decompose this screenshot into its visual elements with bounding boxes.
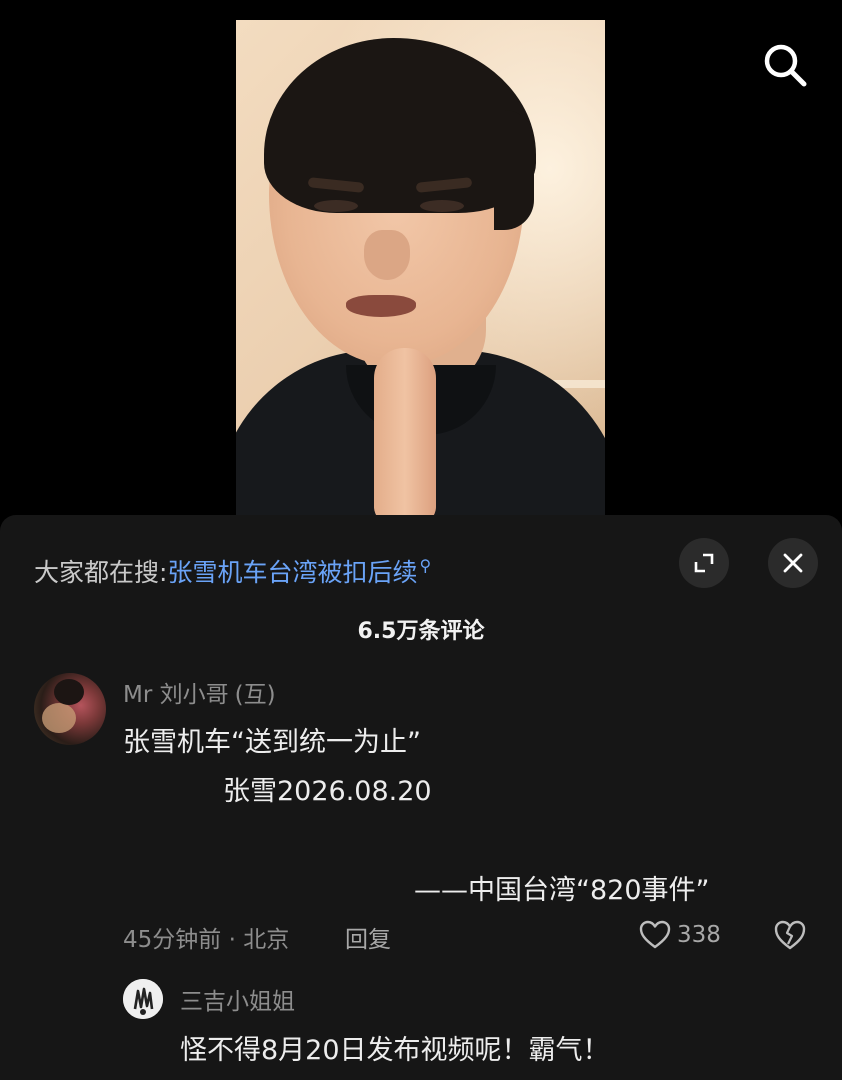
trending-search-row: 大家都在搜:张雪机车台湾被扣后续 ⚲ (34, 548, 432, 587)
search-icon (764, 44, 807, 87)
comment-text-line-3: ——中国台湾“820事件” (414, 875, 710, 906)
username-text: Mr 刘小哥 (123, 682, 229, 708)
comment-text-line-2: 张雪2026.08.20 (223, 776, 432, 807)
close-button[interactable] (768, 538, 818, 588)
close-icon (783, 553, 803, 573)
reply-username[interactable]: 三吉小姐姐 (180, 982, 295, 1016)
screen: 大家都在搜:张雪机车台湾被扣后续 ⚲ 6.5万条评论 Mr 刘小哥 (互) 张雪机车… (0, 0, 842, 1080)
expand-icon (694, 553, 714, 573)
mutual-follow-tag: (互) (234, 682, 276, 708)
reply-text: 怪不得8月20日发布视频呢！霸气！ (180, 1035, 610, 1066)
avatar[interactable] (123, 979, 163, 1019)
comment-time-location: 45分钟前 · 北京 (123, 927, 290, 953)
heart-icon (639, 920, 671, 949)
video-player[interactable] (236, 20, 605, 515)
trending-search-label: 大家都在搜: (34, 558, 168, 587)
like-button[interactable]: 338 (639, 918, 721, 952)
trending-search-link[interactable]: 张雪机车台湾被扣后续 (167, 558, 417, 587)
like-count: 338 (677, 922, 721, 948)
avatar-image (123, 979, 163, 1019)
comment-count: 6.5万条评论 (357, 619, 485, 644)
comment-text-line-1: 张雪机车“送到统一为止” (123, 727, 421, 758)
avatar[interactable] (34, 673, 106, 745)
dislike-button[interactable] (773, 919, 807, 951)
broken-heart-icon (774, 920, 806, 950)
reply-button[interactable]: 回复 (345, 920, 391, 954)
search-button[interactable] (762, 42, 808, 88)
search-small-icon: ⚲ (419, 556, 432, 575)
expand-button[interactable] (679, 538, 729, 588)
comment-username[interactable]: Mr 刘小哥 (互) (123, 675, 276, 709)
comment-sheet: 大家都在搜:张雪机车台湾被扣后续 ⚲ 6.5万条评论 Mr 刘小哥 (互) 张雪机车… (0, 515, 842, 1080)
